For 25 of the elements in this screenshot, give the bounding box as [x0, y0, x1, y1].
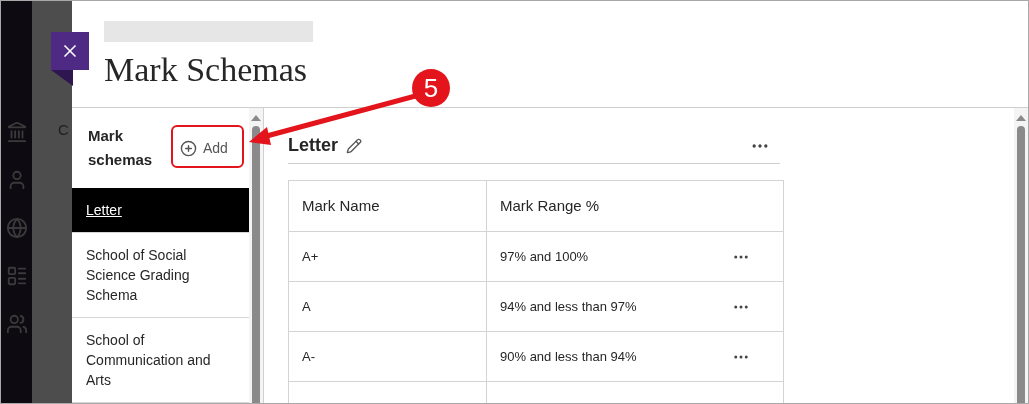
globe-icon[interactable] — [5, 217, 28, 239]
people-icon[interactable] — [5, 313, 28, 335]
scrollbar[interactable] — [1014, 108, 1028, 403]
scroll-up-icon[interactable] — [1016, 114, 1026, 122]
close-button[interactable] — [51, 32, 89, 70]
building-icon[interactable] — [5, 121, 28, 143]
column-header: Mark Name — [289, 181, 487, 232]
table-cell-text: 94% and less than 97% — [500, 297, 637, 316]
table-cell: A+ — [289, 232, 487, 282]
dialog-title: Mark Schemas — [104, 50, 307, 90]
add-button[interactable]: Add — [172, 133, 236, 163]
table-cell: A — [289, 282, 487, 332]
sidebar-heading: Mark schemas — [88, 126, 154, 170]
ribbon-fold-icon — [51, 70, 73, 86]
schema-list-item[interactable]: Letter — [72, 188, 249, 233]
schema-name: Letter — [288, 134, 338, 157]
plus-icon — [180, 139, 197, 157]
column-header: Mark Range % — [487, 181, 783, 232]
table-cell-text: 90% and less than 94% — [500, 347, 637, 366]
edit-icon[interactable] — [346, 137, 362, 154]
table-cell-text: 97% and 100% — [500, 247, 589, 266]
scrollbar[interactable] — [249, 108, 263, 403]
list-icon[interactable] — [5, 265, 28, 287]
scroll-up-icon[interactable] — [251, 114, 261, 122]
table-cell: A- — [289, 332, 487, 382]
